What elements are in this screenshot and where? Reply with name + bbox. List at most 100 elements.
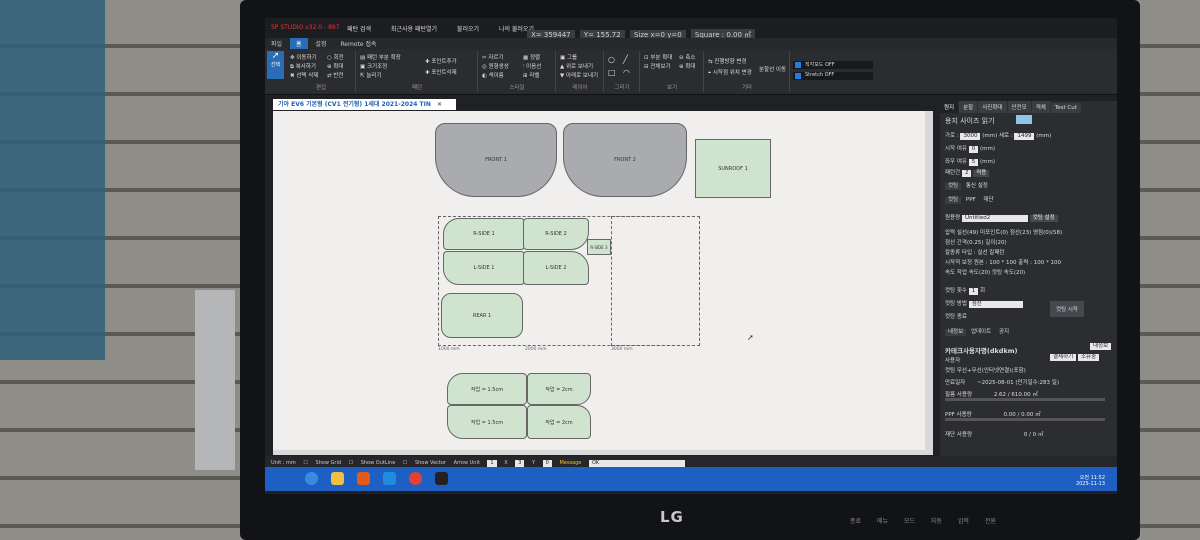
zoom-button[interactable]: ⊕ 확대 <box>327 62 343 70</box>
stretch-button[interactable]: ⇱ 늘리기 <box>360 71 382 79</box>
tab-update[interactable]: 업데이트 <box>967 329 995 336</box>
tab-remote[interactable]: Remote 접속 <box>334 38 382 49</box>
cut-start-button[interactable]: 컷팅 시작 <box>1050 301 1084 317</box>
pattern-piece[interactable]: 작업 = 1.5cm <box>447 373 527 405</box>
copy-button[interactable]: ⧉ 복사하기 <box>290 62 316 71</box>
tab-split[interactable]: 분할 <box>959 101 978 113</box>
side-margin-input[interactable]: 5 <box>968 159 979 166</box>
pattern-piece[interactable]: R-SIDE 3 <box>587 239 611 255</box>
pattern-piece[interactable]: 작업 = 1.5cm <box>447 405 527 439</box>
arrow-unit-input[interactable]: 1 <box>487 460 497 467</box>
line-draw-icon[interactable]: ╱ <box>623 55 628 64</box>
direction-button[interactable]: ⇆ 진행방향 변경 <box>708 57 746 65</box>
send-down-button[interactable]: ▼ 아래로 보내기 <box>560 71 598 79</box>
template-settings-button[interactable]: 컷팅 설정 <box>1029 215 1058 222</box>
curve-draw-icon[interactable]: ◠ <box>623 68 630 77</box>
tab-paper[interactable]: 원지 <box>940 101 959 113</box>
horizontal-scrollbar[interactable] <box>273 450 933 455</box>
rotate-button[interactable]: ○ 회전 <box>327 53 344 61</box>
tab-object[interactable]: 객체 <box>1031 101 1050 113</box>
start-margin-input[interactable]: 0 <box>968 146 979 153</box>
pattern-piece[interactable]: L-SIDE 1 <box>443 251 525 285</box>
y-input[interactable]: 0 <box>542 460 552 467</box>
pattern-piece[interactable]: FRONT 1 <box>435 123 557 197</box>
partial-zoom-button[interactable]: ⊡ 부분 확대 <box>644 53 672 61</box>
monitor-button[interactable]: 모드 <box>904 516 915 525</box>
monitor-button[interactable]: 종료 <box>850 516 861 525</box>
pay-button[interactable]: 결제하기 <box>1050 354 1077 361</box>
paper-size-icon[interactable] <box>1016 115 1032 124</box>
stretch-toggle[interactable]: Stretch OFF <box>793 72 873 80</box>
folder-icon[interactable] <box>331 472 344 485</box>
zoom-out-button[interactable]: ⊖ 축소 <box>679 53 695 61</box>
flip-button[interactable]: ⇄ 반전 <box>327 71 343 79</box>
tab-mode-ppf[interactable]: PPF <box>962 197 979 204</box>
delete-button[interactable]: ✖ 선택 삭제 <box>290 71 318 79</box>
sp-studio-icon[interactable] <box>435 472 448 485</box>
tab-test-cut[interactable]: Test Cut <box>1050 103 1081 113</box>
vertical-scrollbar[interactable] <box>925 111 933 455</box>
bring-up-button[interactable]: ▲ 위로 보내기 <box>560 62 593 70</box>
extend-button[interactable]: ▤ 패턴 부분 확장 <box>360 53 401 61</box>
tab-cutting[interactable]: 컷팅 <box>945 183 962 190</box>
pattern-piece[interactable]: REAR 1 <box>441 293 523 338</box>
menu-open[interactable]: 불러오기 <box>457 26 479 33</box>
tab-file[interactable]: 파일 <box>265 38 288 49</box>
pattern-piece[interactable]: FRONT 2 <box>563 123 687 197</box>
circle-draw-icon[interactable]: ○ <box>608 55 615 64</box>
media-icon[interactable] <box>357 472 370 485</box>
close-icon[interactable]: ✕ <box>437 101 442 108</box>
monitor-button[interactable]: 자동 <box>931 516 942 525</box>
start-point-button[interactable]: ⌖ 시작점 위치 변경 <box>708 68 752 77</box>
menu-pattern-search[interactable]: 패턴 검색 <box>347 26 371 33</box>
cut-count-input[interactable]: 1 <box>968 288 979 295</box>
zoom-in-button[interactable]: ⊕ 확대 <box>679 62 695 70</box>
add-point-button[interactable]: ✚ 포인트추가 <box>425 57 457 65</box>
fit-all-button[interactable]: ⊟ 전체보기 <box>644 62 671 70</box>
color-name-button[interactable]: ◐ 색이름 <box>482 71 504 79</box>
cut-button[interactable]: ✂ 자르기 <box>482 53 504 61</box>
group-button[interactable]: ▣ 그룹 <box>560 53 577 61</box>
ortho-toggle[interactable]: 직각모드 OFF <box>793 61 873 69</box>
tab-comm-settings[interactable]: 통신 설정 <box>962 183 991 190</box>
monitor-button[interactable]: 메뉴 <box>877 516 888 525</box>
my-info-button[interactable]: 내정보 <box>1090 343 1112 350</box>
resize-button[interactable]: ▣ 크기조정 <box>360 62 387 70</box>
tab-photo[interactable]: 사진확대 <box>978 101 1007 113</box>
chrome-icon[interactable] <box>409 472 422 485</box>
tab-home[interactable]: 홈 <box>289 38 308 49</box>
delete-point-button[interactable]: ✚ 포인트삭제 <box>425 68 457 76</box>
document-tab[interactable]: 기아 EV6 기본형 (CV1 전기형) 1세대 2021-2024 TIN ✕ <box>273 99 456 110</box>
align-button[interactable]: ▦ 정렬 <box>523 53 540 61</box>
monitor-button[interactable]: 전원 <box>985 516 996 525</box>
pattern-piece[interactable]: R-SIDE 1 <box>443 218 525 250</box>
pattern-canvas[interactable]: FRONT 1 FRONT 2 SUNROOF 1 R-SIDE 1 R-SID… <box>273 111 933 455</box>
circle-gen-button[interactable]: ◎ 원형생성 <box>482 62 509 70</box>
seam-button[interactable]: ⫶ 이음선 <box>523 62 541 71</box>
owned-button[interactable]: 소유중 <box>1078 354 1100 361</box>
x-input[interactable]: 3 <box>515 460 525 467</box>
move-button[interactable]: ✥ 이동하기 <box>290 53 317 61</box>
ie-icon[interactable] <box>305 472 318 485</box>
show-grid-checkbox[interactable]: ☐ Show Grid <box>303 458 341 466</box>
template-select[interactable]: Untitled2 <box>961 215 1028 222</box>
monitor-button[interactable]: 입력 <box>958 516 969 525</box>
split-line-button[interactable]: 분할선 이동 <box>759 65 786 73</box>
tab-my-info[interactable]: 내정보 <box>945 329 967 336</box>
height-input[interactable]: 1499 <box>1014 133 1035 140</box>
pattern-piece[interactable]: R-SIDE 2 <box>523 218 589 250</box>
tab-mode-trim[interactable]: 재단 <box>980 197 997 204</box>
pattern-piece[interactable]: L-SIDE 2 <box>523 251 589 285</box>
show-vector-checkbox[interactable]: ☐ Show Vector <box>403 458 446 466</box>
tab-notice[interactable]: 공지 <box>995 329 1013 336</box>
pattern-piece[interactable]: 작업 = 2cm <box>527 405 591 439</box>
cut-method-select[interactable]: 점선 <box>968 301 1023 308</box>
menu-recent-patterns[interactable]: 최근사용 패턴열기 <box>391 26 437 33</box>
pattern-piece[interactable]: 작업 = 2cm <box>527 373 591 405</box>
interval-input[interactable]: 2 <box>961 170 972 177</box>
tab-settings[interactable]: 설정 <box>309 38 332 49</box>
apply-button[interactable]: 적용 <box>973 170 990 177</box>
show-outline-checkbox[interactable]: ☐ Show OutLine <box>349 458 396 466</box>
tab-mode-cut[interactable]: 컷팅 <box>945 197 962 204</box>
pattern-piece[interactable]: SUNROOF 1 <box>695 139 771 198</box>
